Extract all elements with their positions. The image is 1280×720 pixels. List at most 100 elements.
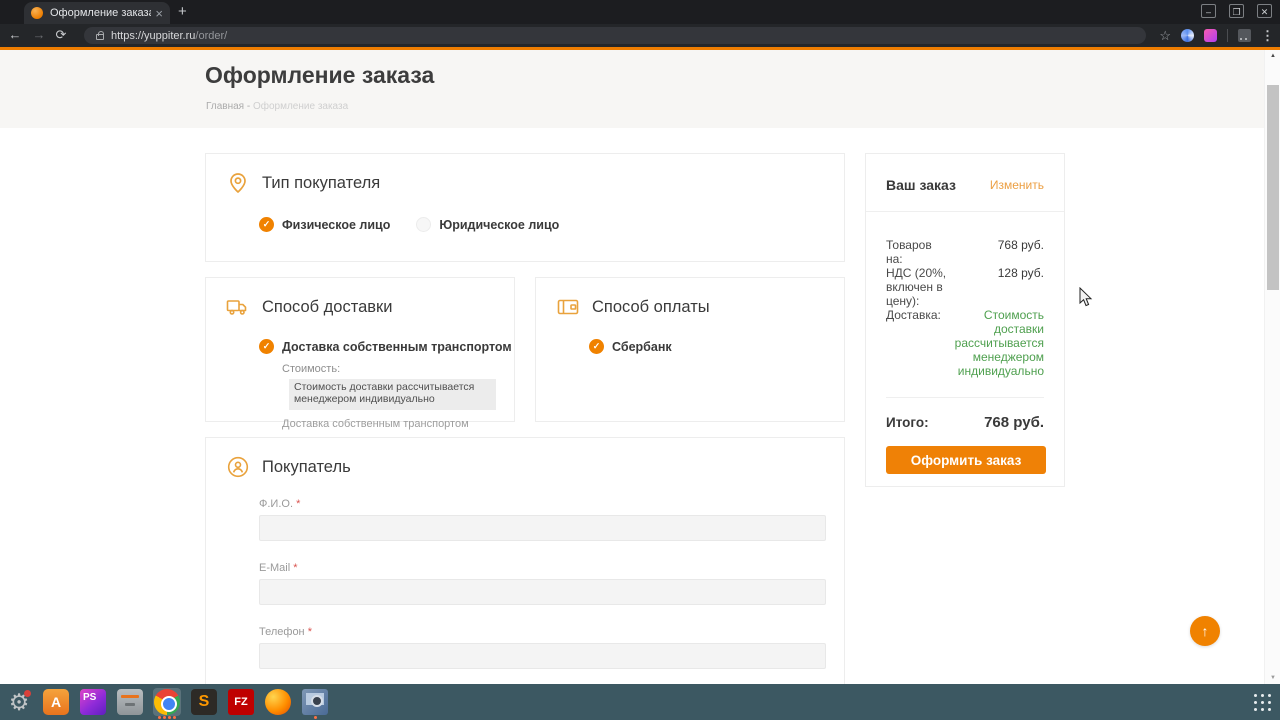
tab-close-icon[interactable]: × — [155, 7, 163, 20]
taskbar-app-file-manager[interactable] — [116, 688, 144, 716]
radio-legal-entity-label: Юридическое лицо — [439, 217, 560, 232]
radio-sberbank[interactable]: ✓ Сбербанк — [589, 339, 672, 354]
reload-icon[interactable]: ⟳ — [52, 27, 70, 43]
scroll-to-top-button[interactable]: ↑ — [1190, 616, 1220, 646]
truck-icon — [226, 300, 247, 315]
window-controls: – ❐ ✕ — [1201, 4, 1272, 18]
radio-checked-icon: ✓ — [259, 217, 274, 232]
order-summary-card: Ваш заказ Изменить Товаров на: 768 руб. … — [865, 153, 1065, 487]
phone-input[interactable] — [259, 643, 826, 669]
summary-row-value: 768 руб. — [997, 238, 1044, 252]
taskbar-app-chrome[interactable] — [153, 688, 181, 719]
scrollbar-up-icon[interactable]: ▲ — [1265, 50, 1280, 62]
scrollbar-thumb[interactable] — [1267, 85, 1279, 290]
summary-row-value: Стоимость доставки рассчитывается менедж… — [954, 308, 1044, 379]
arrow-up-icon: ↑ — [1201, 623, 1209, 639]
screen: Оформление заказа × + – ❐ ✕ ← → ⟳ https:… — [0, 0, 1280, 720]
field-email-label-text: E-Mail — [259, 562, 291, 574]
taskbar-app-sublime[interactable]: S — [190, 688, 218, 716]
fio-input[interactable] — [259, 515, 826, 541]
address-bar[interactable]: https://yuppiter.ru /order/ — [84, 27, 1146, 44]
scrollbar-down-icon[interactable]: ▼ — [1265, 672, 1280, 684]
payment-card: Способ оплаты ✓ Сбербанк — [535, 277, 845, 422]
summary-total-row: Итого: 768 руб. — [866, 398, 1064, 431]
browser-tab[interactable]: Оформление заказа × — [24, 2, 170, 24]
field-phone-label-text: Телефон — [259, 626, 305, 638]
taskbar-app-media-player[interactable] — [301, 688, 329, 719]
app-store-icon: A — [43, 689, 69, 715]
summary-row-products: Товаров на: 768 руб. — [886, 238, 1044, 266]
buyer-type-options: ✓ Физическое лицо Юридическое лицо — [259, 217, 844, 232]
forward-icon[interactable]: → — [30, 27, 48, 42]
summary-row-label: Товаров на: — [886, 238, 932, 267]
summary-row-label: НДС (20%, включен в цену): — [886, 266, 947, 309]
summary-row-label: Доставка: — [886, 308, 941, 323]
page-title: Оформление заказа — [205, 62, 435, 88]
delivery-cost-label: Стоимость: — [282, 363, 341, 375]
filezilla-icon: FZ — [228, 689, 254, 715]
customer-head: Покупатель — [206, 438, 844, 479]
file-manager-icon — [117, 689, 143, 715]
delivery-head: Способ доставки — [206, 278, 514, 319]
summary-row-value: 128 руб. — [997, 266, 1044, 281]
extension-pink-icon[interactable] — [1204, 29, 1217, 42]
submit-order-button[interactable]: Оформить заказ — [886, 446, 1046, 475]
radio-delivery-own-transport[interactable]: ✓ Доставка собственным транспортом — [259, 339, 512, 354]
required-asterisk: * — [296, 498, 301, 510]
customer-card: Покупатель Ф.И.О. * E-Mail * Телефон * — [205, 437, 845, 684]
window-close-button[interactable]: ✕ — [1257, 4, 1272, 18]
payment-option-label: Сбербанк — [612, 339, 672, 354]
gear-icon: ⚙ — [8, 689, 31, 715]
phpstorm-icon: PS — [80, 689, 106, 715]
field-email: E-Mail * — [259, 562, 826, 605]
wallet-icon — [557, 299, 579, 315]
edit-order-link[interactable]: Изменить — [990, 178, 1044, 192]
extension-dark-icon[interactable] — [1238, 29, 1251, 42]
summary-row-delivery: Доставка: Стоимость доставки рассчитывае… — [886, 308, 1044, 378]
delivery-option-label: Доставка собственным транспортом — [282, 339, 512, 354]
required-asterisk: * — [307, 626, 312, 638]
window-minimize-button[interactable]: – — [1201, 4, 1216, 18]
taskbar-app-tweaks[interactable]: ⚙ — [5, 688, 33, 716]
browser-menu-icon[interactable]: ⋮ — [1261, 28, 1274, 44]
back-icon[interactable]: ← — [6, 27, 24, 42]
payment-title: Способ оплаты — [592, 297, 710, 316]
lock-icon — [96, 31, 104, 40]
taskbar-app-store[interactable]: A — [42, 688, 70, 716]
delivery-card: Способ доставки ✓ Доставка собственным т… — [205, 277, 515, 430]
taskbar-app-filezilla[interactable]: FZ — [227, 688, 255, 716]
bookmark-star-icon[interactable]: ☆ — [1159, 28, 1171, 44]
delivery-note: Доставка собственным транспортом — [282, 417, 469, 430]
field-email-label: E-Mail * — [259, 562, 824, 574]
radio-checked-icon: ✓ — [589, 339, 604, 354]
breadcrumb-home-link[interactable]: Главная — [206, 101, 244, 112]
radio-individual[interactable]: ✓ Физическое лицо — [259, 217, 390, 232]
window-maximize-button[interactable]: ❐ — [1229, 4, 1244, 18]
sublime-text-icon: S — [191, 689, 217, 715]
customer-title: Покупатель — [262, 457, 351, 476]
delivery-options: ✓ Доставка собственным транспортом — [259, 339, 514, 354]
field-phone-label: Телефон * — [259, 626, 824, 638]
field-fio-label-text: Ф.И.О. — [259, 498, 293, 510]
buyer-type-title: Тип покупателя — [262, 173, 381, 192]
field-fio: Ф.И.О. * — [259, 498, 826, 541]
field-fio-label: Ф.И.О. * — [259, 498, 824, 510]
email-input[interactable] — [259, 579, 826, 605]
breadcrumb: Главная - Оформление заказа — [206, 101, 348, 112]
required-asterisk: * — [293, 562, 298, 574]
taskbar-app-firefox[interactable] — [264, 688, 292, 716]
breadcrumb-separator: - — [246, 101, 251, 112]
taskbar-app-phpstorm[interactable]: PS — [79, 688, 107, 716]
show-applications-button[interactable] — [1253, 693, 1271, 711]
new-tab-button[interactable]: + — [178, 3, 187, 21]
toolbar-right: ☆ ⋮ — [1159, 24, 1274, 47]
total-value: 768 руб. — [984, 414, 1044, 432]
radio-legal-entity[interactable]: Юридическое лицо — [416, 217, 559, 232]
radio-individual-label: Физическое лицо — [282, 217, 391, 232]
browser-tabstrip: Оформление заказа × + – ❐ ✕ — [0, 0, 1280, 24]
delivery-cost-box: Стоимость доставки рассчитывается менедж… — [289, 379, 496, 410]
order-summary-body: Товаров на: 768 руб. НДС (20%, включен в… — [866, 212, 1064, 378]
extension-blue-icon[interactable] — [1181, 29, 1194, 42]
page-scrollbar[interactable]: ▲ ▼ — [1264, 50, 1280, 684]
toolbar-separator — [1227, 29, 1228, 42]
